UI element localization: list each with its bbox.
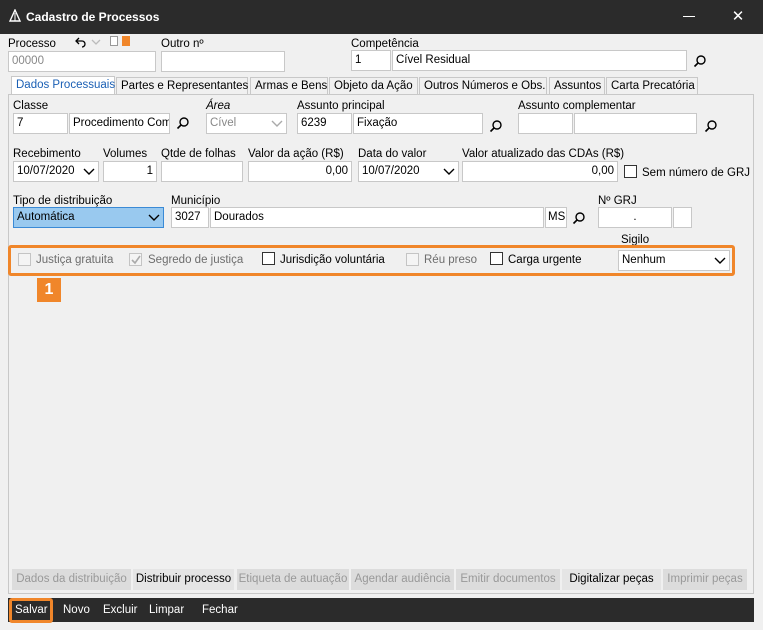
jurisdicao-voluntaria-checkbox[interactable] [262, 252, 275, 265]
distribuir-processo-button[interactable]: Distribuir processo [133, 569, 234, 590]
tab-objeto-acao[interactable]: Objeto da Ação [329, 77, 418, 95]
title-bar: Cadastro de Processos ✕ [0, 0, 763, 34]
volumes-input[interactable]: 1 [103, 161, 157, 182]
valor-cdas-input[interactable]: 0,00 [462, 161, 618, 182]
classe-search-icon[interactable] [176, 116, 190, 130]
area-select[interactable]: Cível [206, 113, 287, 134]
flag-icon [122, 36, 130, 46]
assunto-complementar-search-icon[interactable] [704, 119, 718, 133]
carga-urgente-checkbox[interactable] [490, 252, 503, 265]
segredo-justica-checkbox[interactable] [129, 253, 142, 266]
sem-grj-label: Sem número de GRJ [642, 167, 751, 179]
valor-acao-label: Valor da ação (R$) [248, 148, 344, 160]
municipio-search-icon[interactable] [572, 211, 586, 225]
digitalizar-pecas-button[interactable]: Digitalizar peças [562, 569, 661, 590]
assunto-complementar-name-input[interactable] [574, 113, 697, 134]
area-value: Cível [210, 117, 237, 129]
processo-input[interactable]: 00000 [8, 51, 156, 72]
sigilo-select[interactable]: Nenhum [618, 250, 730, 271]
chevron-down-icon [83, 168, 95, 175]
reu-preso-label: Réu preso [424, 254, 478, 266]
valor-acao-input[interactable]: 0,00 [248, 161, 352, 182]
tipo-distribuicao-label: Tipo de distribuição [13, 195, 113, 207]
processo-label: Processo [8, 38, 56, 50]
tab-dados-processuais[interactable]: Dados Processuais [11, 76, 115, 95]
competencia-code-input[interactable]: 1 [351, 50, 391, 71]
justica-gratuita-checkbox[interactable] [18, 253, 31, 266]
grj-label: Nº GRJ [598, 195, 637, 207]
segredo-justica-label: Segredo de justiça [148, 254, 244, 266]
window-title: Cadastro de Processos [26, 10, 160, 24]
carga-urgente-label: Carga urgente [508, 254, 582, 266]
tipo-distribuicao-select[interactable]: Automática [13, 207, 164, 228]
justica-gratuita-label: Justiça gratuita [36, 254, 114, 266]
tab-partes-representantes[interactable]: Partes e Representantes [116, 77, 248, 95]
assunto-principal-search-icon[interactable] [489, 119, 503, 133]
outro-numero-input[interactable] [161, 51, 285, 72]
competencia-label: Competência [351, 38, 419, 50]
assunto-principal-label: Assunto principal [297, 100, 385, 112]
assunto-principal-name-input[interactable]: Fixação [353, 113, 483, 134]
salvar-button[interactable]: Salvar [15, 604, 48, 616]
recebimento-value: 10/07/2020 [17, 165, 75, 177]
jurisdicao-voluntaria-label: Jurisdição voluntária [280, 254, 385, 266]
qtde-folhas-input[interactable] [161, 161, 243, 182]
close-icon[interactable]: ✕ [730, 9, 746, 25]
data-valor-value: 10/07/2020 [362, 165, 420, 177]
recebimento-date-input[interactable]: 10/07/2020 [13, 161, 99, 182]
chevron-down-icon [148, 214, 160, 221]
check-icon [131, 255, 141, 265]
valor-cdas-label: Valor atualizado das CDAs (R$) [462, 148, 625, 160]
classe-code-input[interactable]: 7 [13, 113, 68, 134]
novo-button[interactable]: Novo [63, 604, 90, 616]
tab-carta-precatoria[interactable]: Carta Precatória [606, 77, 698, 95]
chevron-down-icon [714, 257, 726, 264]
data-valor-label: Data do valor [358, 148, 427, 160]
minimize-icon[interactable] [683, 16, 695, 17]
undo-icon[interactable] [74, 36, 86, 48]
recebimento-label: Recebimento [13, 148, 81, 160]
chevron-down-icon [271, 120, 283, 127]
limpar-button[interactable]: Limpar [149, 604, 184, 616]
emitir-documentos-button[interactable]: Emitir documentos [456, 569, 560, 590]
sigilo-value: Nenhum [622, 254, 666, 266]
grj-input[interactable]: . [598, 207, 672, 228]
app-logo-icon [8, 9, 22, 22]
qtde-folhas-label: Qtde de folhas [161, 148, 236, 160]
chevron-down-icon [443, 168, 455, 175]
grj-digit-input[interactable] [673, 207, 692, 228]
document-icon[interactable] [110, 36, 118, 46]
search-icon[interactable] [693, 54, 707, 68]
sem-grj-checkbox[interactable] [624, 165, 637, 178]
reu-preso-checkbox[interactable] [406, 253, 419, 266]
agendar-audiencia-button[interactable]: Agendar audiência [351, 569, 454, 590]
chevron-down-icon[interactable] [91, 38, 101, 46]
assunto-principal-code-input[interactable]: 6239 [297, 113, 352, 134]
municipio-code-input[interactable]: 3027 [171, 207, 209, 228]
area-label: Área [206, 100, 231, 112]
volumes-label: Volumes [103, 148, 148, 160]
etiqueta-autuacao-button[interactable]: Etiqueta de autuação [237, 569, 349, 590]
dados-distribuicao-button[interactable]: Dados da distribuição [12, 569, 131, 590]
tab-armas-bens[interactable]: Armas e Bens [250, 77, 328, 95]
imprimir-pecas-button[interactable]: Imprimir peças [663, 569, 747, 590]
tipo-distribuicao-value: Automática [17, 211, 75, 223]
outro-numero-label: Outro nº [161, 38, 204, 50]
assunto-complementar-label: Assunto complementar [518, 100, 636, 112]
data-valor-date-input[interactable]: 10/07/2020 [358, 161, 459, 182]
competencia-name-input[interactable]: Cível Residual [392, 50, 687, 71]
municipio-name-input[interactable]: Dourados [210, 207, 544, 228]
step-badge: 1 [37, 278, 61, 302]
excluir-button[interactable]: Excluir [103, 604, 138, 616]
municipio-uf-input[interactable]: MS [545, 207, 567, 228]
assunto-complementar-code-input[interactable] [518, 113, 573, 134]
fechar-button[interactable]: Fechar [202, 604, 238, 616]
municipio-label: Município [171, 195, 221, 207]
tab-assuntos[interactable]: Assuntos [549, 77, 605, 95]
classe-label: Classe [13, 100, 49, 112]
tab-outros-numeros[interactable]: Outros Números e Obs. [419, 77, 547, 95]
classe-name-input[interactable]: Procedimento Com [69, 113, 170, 134]
